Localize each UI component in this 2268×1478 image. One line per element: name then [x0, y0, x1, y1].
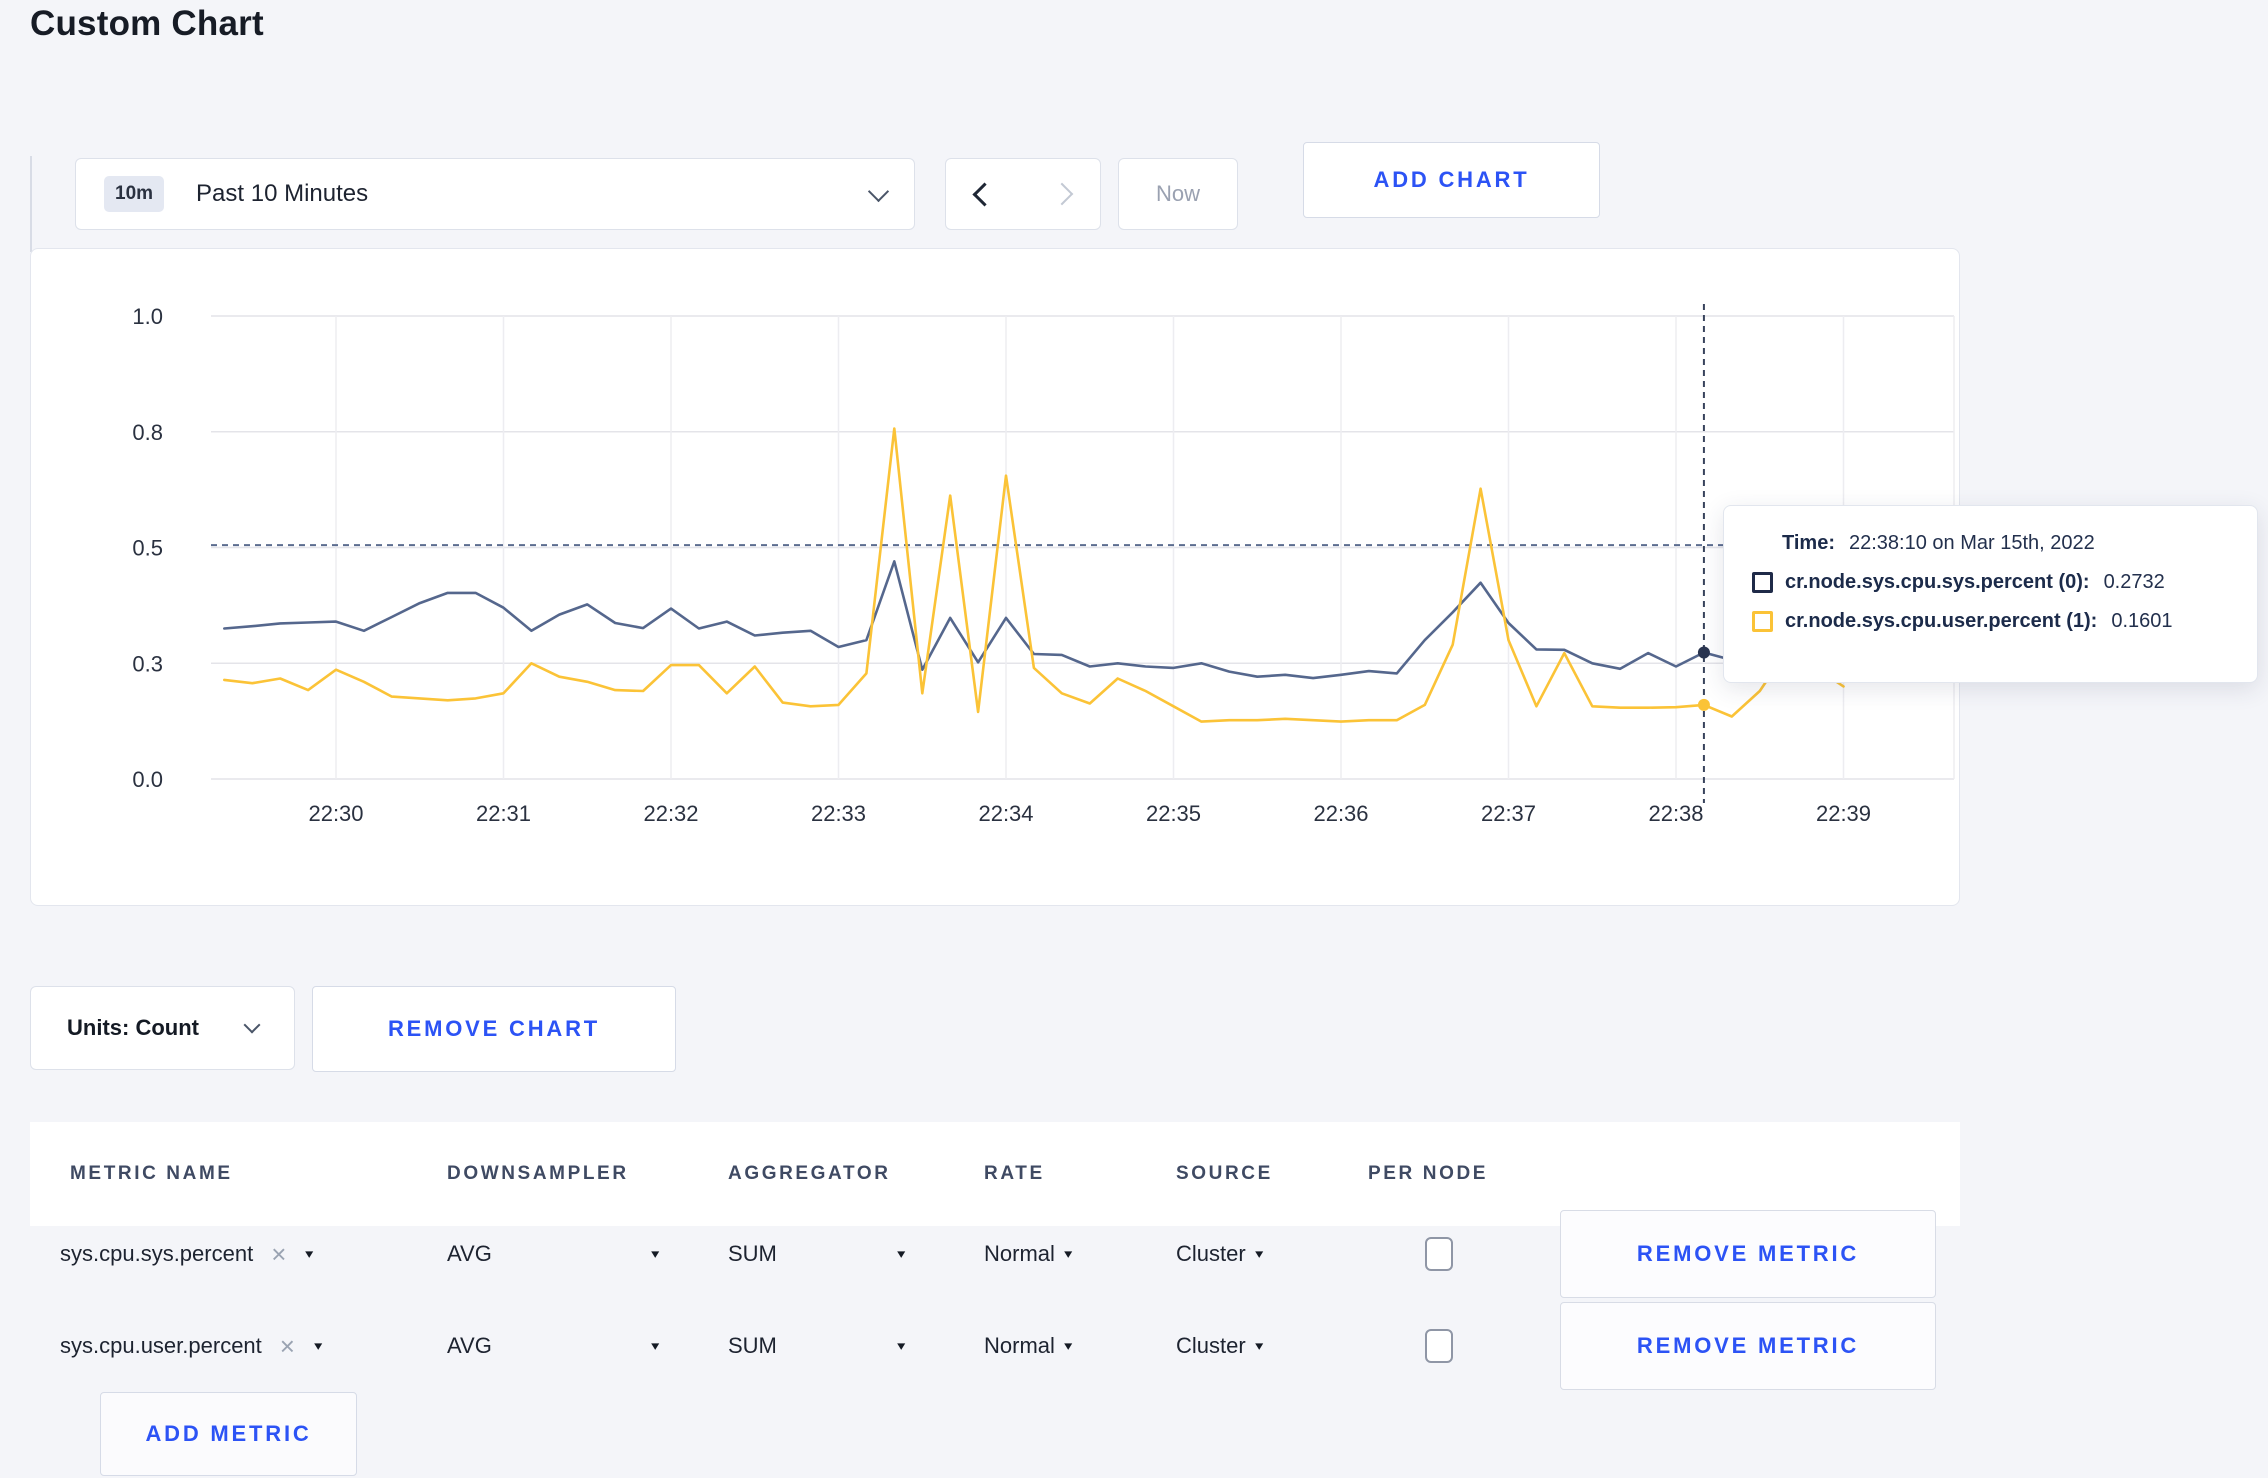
caret-down-icon: ▾ — [651, 1338, 660, 1353]
toolbar-accent-divider — [30, 156, 32, 252]
y-tick-label: 0.0 — [132, 767, 163, 792]
downsampler-value: AVG — [447, 1333, 492, 1358]
add-chart-button[interactable]: ADD CHART — [1303, 142, 1600, 218]
source-value: Cluster — [1176, 1241, 1246, 1266]
rate-value: Normal — [984, 1241, 1055, 1266]
y-tick-label: 1.0 — [132, 304, 163, 329]
per-node-checkbox[interactable] — [1425, 1329, 1453, 1363]
chart-plot[interactable]: 0.0 0.3 0.5 0.8 1.0 22:30 22:31 22:32 22:33 22:34… — [31, 249, 1959, 905]
x-tick-label: 22:32 — [643, 801, 698, 826]
x-tick-label: 22:36 — [1313, 801, 1368, 826]
caret-down-icon: ▾ — [314, 1338, 323, 1353]
x-tick-label: 22:38 — [1648, 801, 1703, 826]
caret-down-icon: ▾ — [1064, 1246, 1073, 1261]
x-tick-label: 22:35 — [1146, 801, 1201, 826]
rate-value: Normal — [984, 1333, 1055, 1358]
remove-chart-button[interactable]: REMOVE CHART — [312, 986, 676, 1072]
caret-down-icon: ▾ — [897, 1338, 906, 1353]
time-window-badge: 10m — [104, 176, 165, 212]
metric-name-value: sys.cpu.sys.percent — [60, 1241, 254, 1266]
prev-time-button[interactable] — [946, 159, 1023, 229]
tooltip-series-value: 0.1601 — [2111, 610, 2173, 632]
series-swatch-icon — [1752, 572, 1773, 593]
tooltip-time-row: Time: 22:38:10 on Mar 15th, 2022 — [1752, 532, 2233, 555]
tooltip-time-value: 22:38:10 on Mar 15th, 2022 — [1848, 532, 2095, 554]
chevron-left-icon — [972, 181, 997, 207]
x-tick-label: 22:39 — [1816, 801, 1871, 826]
units-label: Units: Count — [67, 1015, 199, 1040]
aggregator-value: SUM — [728, 1241, 777, 1266]
chart-tooltip: Time: 22:38:10 on Mar 15th, 2022 cr.node… — [1723, 505, 2258, 683]
metric-name-value: sys.cpu.user.percent — [60, 1333, 262, 1358]
metric-row: sys.cpu.sys.percent × ▾ AVG ▾ SUM ▾ Norm… — [30, 1208, 1960, 1300]
x-tick-label: 22:30 — [308, 801, 363, 826]
caret-down-icon: ▾ — [897, 1246, 906, 1261]
hover-point-0 — [1697, 646, 1710, 659]
time-window-label: Past 10 Minutes — [196, 180, 369, 207]
rate-select[interactable]: Normal ▾ — [984, 1300, 1073, 1392]
tooltip-time-label: Time: — [1782, 532, 1835, 554]
add-metric-button[interactable]: ADD METRIC — [100, 1392, 357, 1476]
metric-name-select[interactable]: sys.cpu.user.percent × ▾ — [60, 1300, 322, 1392]
source-value: Cluster — [1176, 1333, 1246, 1358]
per-node-checkbox[interactable] — [1425, 1237, 1453, 1271]
tooltip-series-label: cr.node.sys.cpu.user.percent (1): — [1785, 610, 2098, 632]
downsampler-value: AVG — [447, 1241, 492, 1266]
series-swatch-icon — [1752, 611, 1773, 632]
caret-down-icon: ▾ — [1064, 1338, 1073, 1353]
y-tick-label: 0.5 — [132, 536, 163, 561]
time-window-select[interactable]: 10m Past 10 Minutes — [75, 158, 915, 230]
page-title: Custom Chart — [30, 4, 264, 43]
chart-card: 0.0 0.3 0.5 0.8 1.0 22:30 22:31 22:32 22:33 22:34… — [30, 248, 1960, 906]
downsampler-select[interactable]: AVG ▾ — [447, 1208, 660, 1300]
aggregator-select[interactable]: SUM ▾ — [728, 1208, 906, 1300]
x-tick-label: 22:31 — [476, 801, 531, 826]
tooltip-series-row: cr.node.sys.cpu.user.percent (1): 0.1601 — [1752, 610, 2233, 633]
caret-down-icon: ▾ — [1254, 1246, 1264, 1261]
next-time-button[interactable] — [1023, 159, 1100, 229]
now-button[interactable]: Now — [1118, 158, 1238, 230]
units-select[interactable]: Units: Count — [30, 986, 295, 1070]
aggregator-select[interactable]: SUM ▾ — [728, 1300, 906, 1392]
y-tick-label: 0.3 — [132, 651, 163, 676]
y-tick-label: 0.8 — [132, 420, 163, 445]
x-tick-label: 22:34 — [978, 801, 1033, 826]
downsampler-select[interactable]: AVG ▾ — [447, 1300, 660, 1392]
x-tick-label: 22:37 — [1481, 801, 1536, 826]
metric-row: sys.cpu.user.percent × ▾ AVG ▾ SUM ▾ Nor… — [30, 1300, 1960, 1392]
time-nav-group — [945, 158, 1101, 230]
tooltip-series-value: 0.2732 — [2103, 571, 2165, 593]
rate-select[interactable]: Normal ▾ — [984, 1208, 1073, 1300]
chevron-down-icon — [243, 1016, 261, 1034]
x-tick-label: 22:33 — [811, 801, 866, 826]
clear-metric-icon[interactable]: × — [271, 1239, 286, 1270]
tooltip-series-row: cr.node.sys.cpu.sys.percent (0): 0.2732 — [1752, 571, 2233, 594]
source-select[interactable]: Cluster ▾ — [1176, 1208, 1264, 1300]
caret-down-icon: ▾ — [651, 1246, 660, 1261]
remove-metric-button[interactable]: REMOVE METRIC — [1560, 1210, 1936, 1298]
caret-down-icon: ▾ — [1254, 1338, 1264, 1353]
metric-name-select[interactable]: sys.cpu.sys.percent × ▾ — [60, 1208, 314, 1300]
aggregator-value: SUM — [728, 1333, 777, 1358]
source-select[interactable]: Cluster ▾ — [1176, 1300, 1264, 1392]
clear-metric-icon[interactable]: × — [280, 1331, 295, 1362]
tooltip-series-label: cr.node.sys.cpu.sys.percent (0): — [1785, 571, 2090, 593]
remove-metric-button[interactable]: REMOVE METRIC — [1560, 1302, 1936, 1390]
series-line-1 — [223, 427, 1845, 723]
chevron-right-icon — [1050, 182, 1073, 206]
caret-down-icon: ▾ — [305, 1246, 314, 1261]
chevron-down-icon — [867, 180, 890, 202]
hover-point-1 — [1697, 698, 1710, 711]
